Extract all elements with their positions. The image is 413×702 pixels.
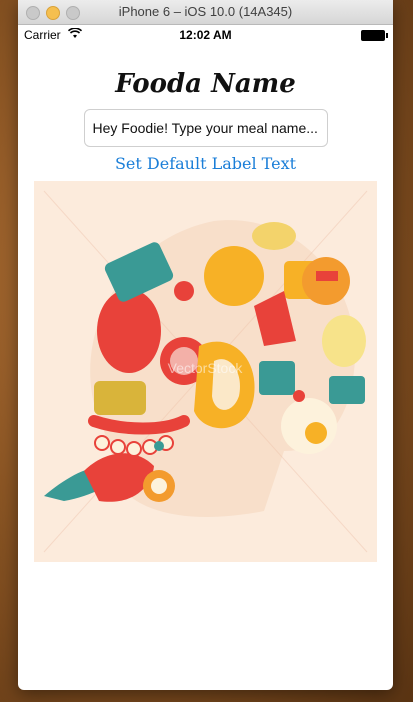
meal-name-input[interactable] [83, 109, 328, 147]
watermark-text: VectorStock [168, 360, 244, 376]
meal-name-label: Fooda Name [115, 69, 296, 99]
simulator-window: iPhone 6 – iOS 10.0 (14A345) Carrier 12:… [18, 0, 393, 690]
set-default-label-button[interactable]: Set Default Label Text [109, 153, 302, 174]
meal-photo[interactable]: VectorStock [34, 181, 377, 562]
food-skull-illustration: VectorStock [43, 190, 368, 553]
window-title: iPhone 6 – iOS 10.0 (14A345) [118, 4, 293, 19]
battery-icon [361, 30, 388, 41]
status-time: 12:02 AM [179, 28, 232, 42]
status-bar: Carrier 12:02 AM [18, 25, 393, 45]
title-bar: iPhone 6 – iOS 10.0 (14A345) [18, 0, 393, 25]
